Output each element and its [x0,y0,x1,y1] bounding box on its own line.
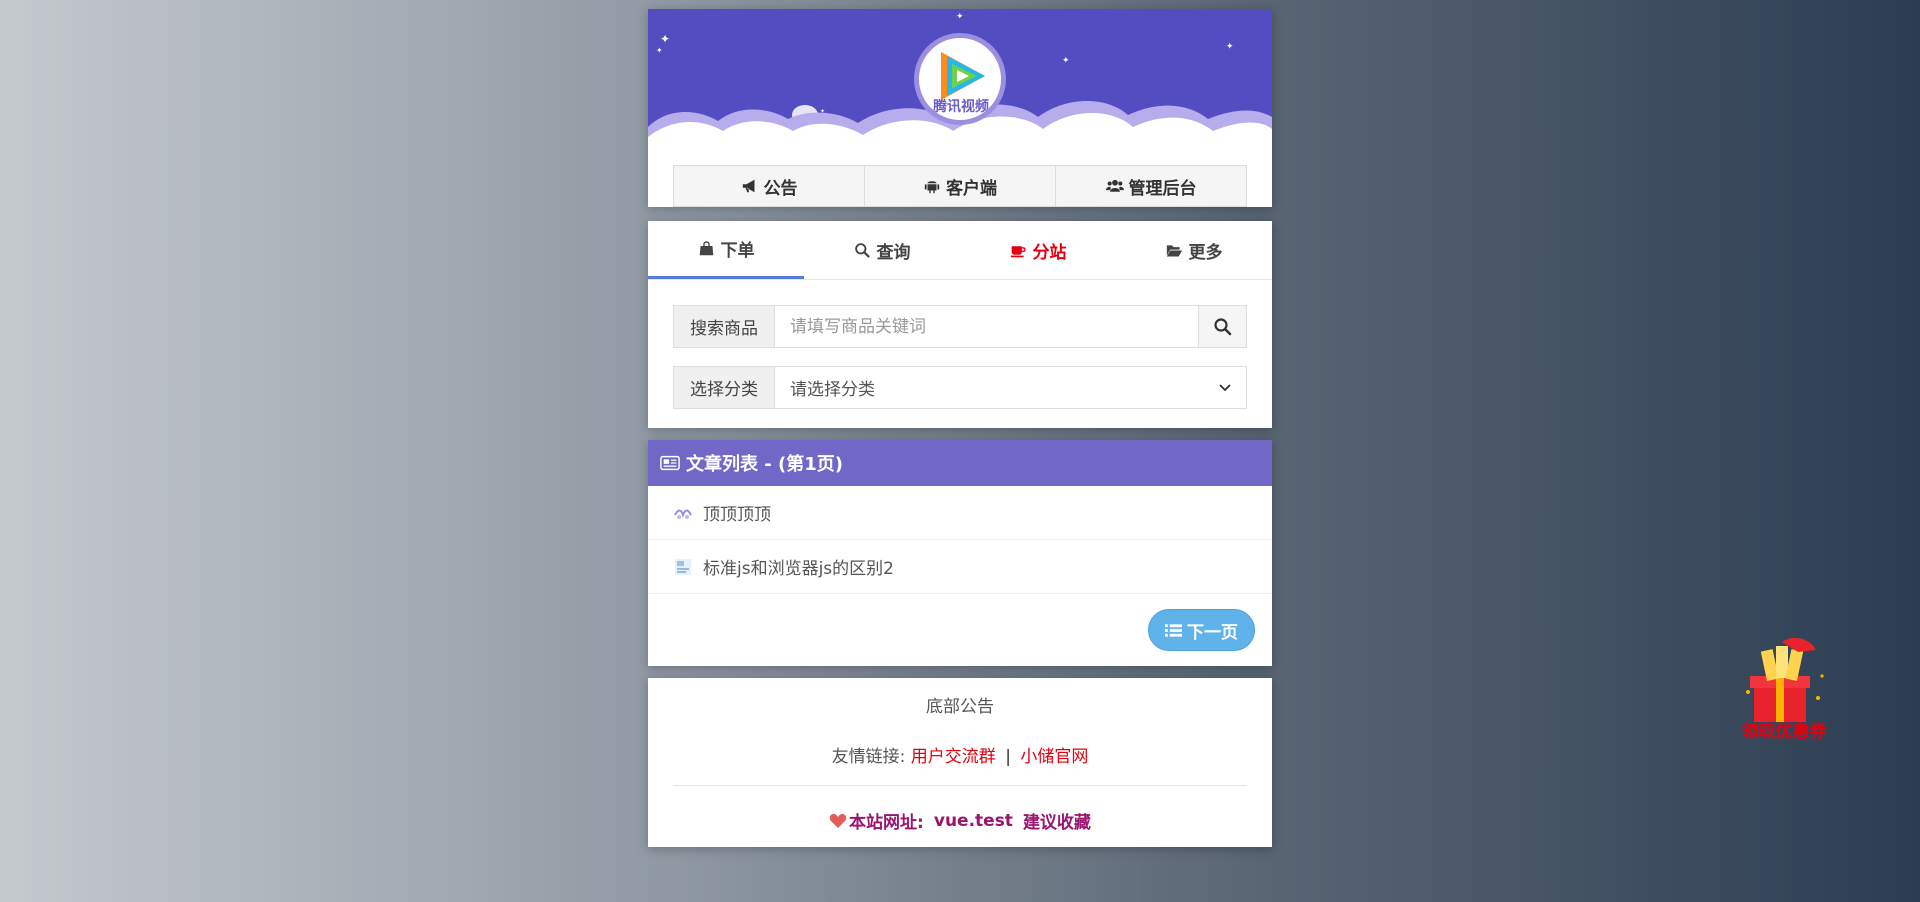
article-list-title: 文章列表 - (第1页) [686,454,843,475]
main-column: ✦ ✦ ✦ ✦ ✦ ✦ 腾讯视频 公告 客户端 管理后台 下单 查询 分站 更多… [648,9,1272,859]
client-button[interactable]: 客户端 [865,166,1056,206]
footer-divider [673,785,1247,786]
header-card: ✦ ✦ ✦ ✦ ✦ ✦ 腾讯视频 公告 客户端 管理后台 [648,9,1272,207]
site-domain: vue.test [933,810,1013,831]
newspaper-icon [660,455,680,471]
site-label: 本站网址: [849,813,924,833]
star-icon: ✦ [656,46,663,55]
tab-substation-label: 分站 [1032,242,1067,263]
tab-more-label: 更多 [1188,242,1223,263]
announcement-label: 公告 [763,178,798,199]
chevron-down-icon [1219,383,1231,391]
search-icon [1213,317,1231,335]
next-page-button[interactable]: 下一页 [1148,609,1255,651]
list-icon [1165,623,1182,637]
article-item[interactable]: 标准js和浏览器js的区别2 [648,540,1272,594]
article-thumbnail [675,558,691,575]
android-icon [924,181,940,194]
client-label: 客户端 [946,178,997,199]
article-title: 顶顶顶顶 [703,505,771,525]
coupon-gift-widget[interactable]: 领取优惠券 [1736,636,1832,742]
order-form: 搜索商品 选择分类 请选择分类 [648,280,1272,428]
article-title: 标准js和浏览器js的区别2 [703,559,894,579]
top-nav: 公告 客户端 管理后台 [673,165,1247,207]
bottom-notice: 底部公告 [926,697,994,717]
category-addon-label: 选择分类 [674,367,775,408]
search-addon-label: 搜索商品 [674,306,775,347]
next-page-label: 下一页 [1187,622,1238,643]
tab-more[interactable]: 更多 [1116,221,1272,279]
footer-card: 底部公告 友情链接: 用户交流群 | 小储官网 本站网址: vue.test 建… [648,678,1272,847]
heart-icon [829,813,847,828]
article-thumbnail [673,502,693,523]
tab-order-label: 下单 [720,241,755,261]
admin-label: 管理后台 [1128,178,1197,199]
star-icon: ✦ [1062,56,1070,66]
search-input[interactable] [775,306,1198,347]
category-select[interactable]: 请选择分类 [775,367,1246,408]
footer: 底部公告 友情链接: 用户交流群 | 小储官网 本站网址: vue.test 建… [648,678,1272,847]
star-icon: ✦ [1226,42,1234,52]
article-list-card: 文章列表 - (第1页) 顶顶顶顶 标准js和浏览器js的区别2 下一页 [648,440,1272,666]
search-button[interactable] [1198,306,1246,347]
user-group-link[interactable]: 用户交流群 [911,747,996,767]
users-icon [1105,179,1124,192]
friend-links: 友情链接: 用户交流群 | 小储官网 [673,742,1247,767]
tab-substation[interactable]: 分站 [960,221,1116,279]
site-address: 本站网址: vue.test 建议收藏 [673,808,1247,833]
main-tabs: 下单 查询 分站 更多 [648,221,1272,280]
friend-links-label: 友情链接: [831,747,906,767]
header-banner: ✦ ✦ ✦ ✦ ✦ ✦ 腾讯视频 [648,9,1272,149]
megaphone-icon [742,179,754,193]
logo-text: 腾讯视频 [933,99,989,115]
article-pager: 下一页 [648,594,1272,666]
official-site-link[interactable]: 小储官网 [1020,747,1088,767]
category-group: 选择分类 请选择分类 [673,366,1247,409]
order-card: 下单 查询 分站 更多 搜索商品 请填写商品关键词 选择分类 请选择分类 [648,221,1272,428]
star-icon: ✦ [660,32,671,46]
tab-query-label: 查询 [876,242,911,263]
article-item[interactable]: 顶顶顶顶 [648,486,1272,540]
star-icon: ✦ [956,12,964,22]
search-group: 搜索商品 [673,305,1247,348]
category-selected-value: 请选择分类 [790,380,875,400]
coffee-cup-icon [1010,245,1026,257]
search-icon [854,242,870,258]
admin-button[interactable]: 管理后台 [1056,166,1246,206]
tab-order[interactable]: 下单 [648,221,804,279]
bookmark-tip: 建议收藏 [1022,813,1091,833]
shopping-bag-icon [699,241,713,256]
tab-query[interactable]: 查询 [804,221,960,279]
folder-open-icon [1166,244,1182,256]
article-list-header: 文章列表 - (第1页) [648,440,1272,486]
announcement-button[interactable]: 公告 [674,166,865,206]
app-logo: 腾讯视频 [914,33,1006,125]
link-separator: | [1005,747,1011,767]
coupon-label: 领取优惠券 [1741,722,1827,742]
